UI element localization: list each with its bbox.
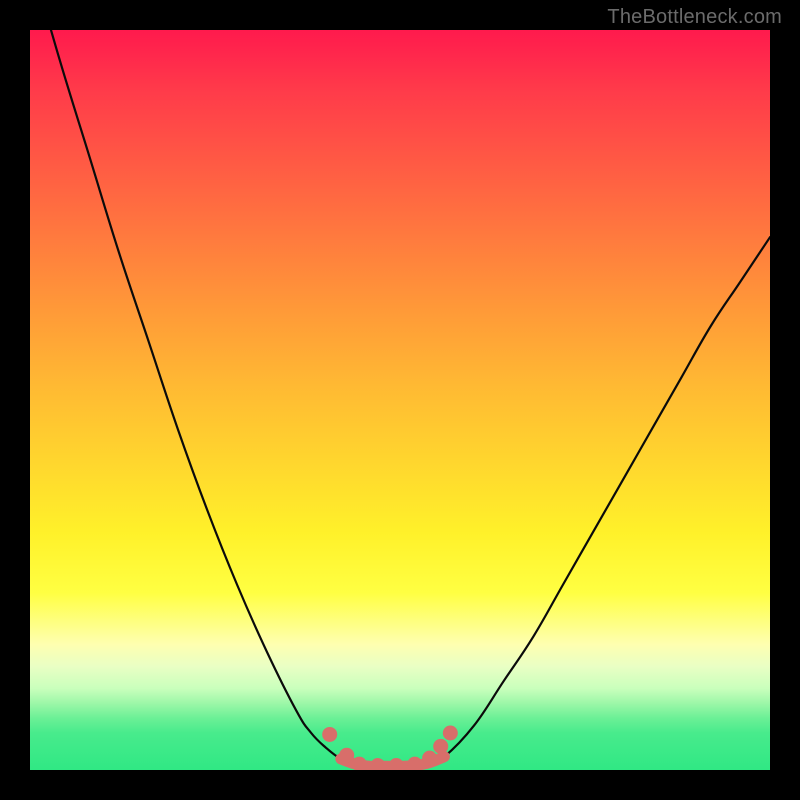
chart-stage: TheBottleneck.com [0,0,800,800]
attribution-text: TheBottleneck.com [607,6,782,29]
curve-svg [30,30,770,770]
plot-area [30,30,770,770]
bottleneck-curve [30,30,770,766]
marker-right-knee-c [443,726,458,741]
marker-left-knee-lower [339,748,354,763]
marker-left-knee-upper [322,727,337,742]
marker-right-knee-b [433,739,448,754]
marker-floor-c [389,758,404,770]
marker-floor-d [407,757,422,770]
marker-right-knee-a [422,751,437,766]
marker-floor-b [370,758,385,770]
